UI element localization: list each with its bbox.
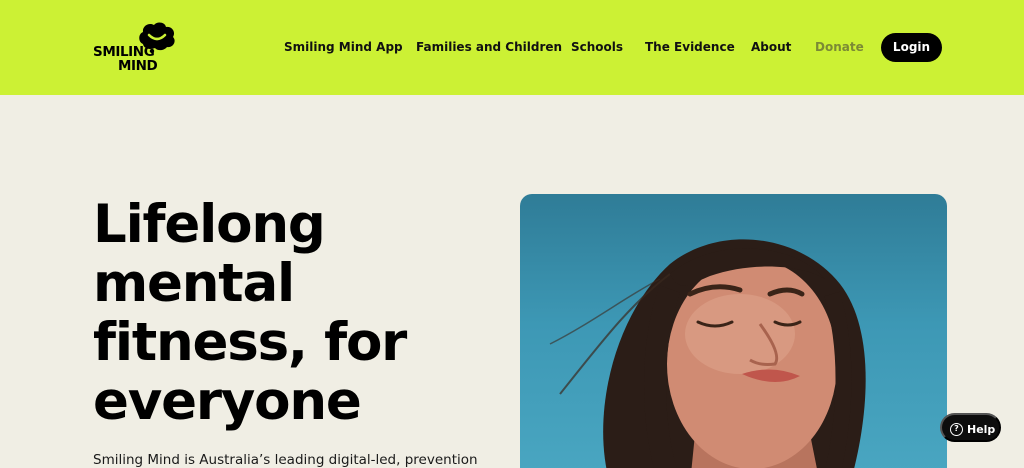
logo-wordmark: SMILING MIND [93,45,158,74]
hero-title-line: fitness, for [93,312,407,373]
nav-donate[interactable]: Donate [815,40,864,54]
smiling-mind-logo[interactable]: SMILING MIND [93,22,185,74]
help-button[interactable]: ? Help [940,413,1001,442]
hero-title-line: everyone [93,371,362,432]
help-circle-icon: ? [950,423,963,436]
hero-description: Smiling Mind is Australia’s leading digi… [93,452,478,468]
nav-families-and-children[interactable]: Families and Children [416,40,562,54]
login-button[interactable]: Login [881,33,942,62]
site-header: SMILING MIND Smiling Mind App Families a… [0,0,1024,95]
nav-the-evidence[interactable]: The Evidence [645,40,735,54]
logo-line-2: MIND [118,58,158,74]
nav-smiling-mind-app[interactable]: Smiling Mind App [284,40,403,54]
nav-schools[interactable]: Schools [571,40,623,54]
help-label: Help [967,423,996,436]
nav-about[interactable]: About [751,40,791,54]
hero-title-line: Lifelong [93,194,326,255]
hero-title: Lifelong mental fitness, for everyone [93,195,513,431]
hero-image [520,194,947,468]
woman-portrait-illustration [549,239,866,468]
hero-title-line: mental [93,253,295,314]
